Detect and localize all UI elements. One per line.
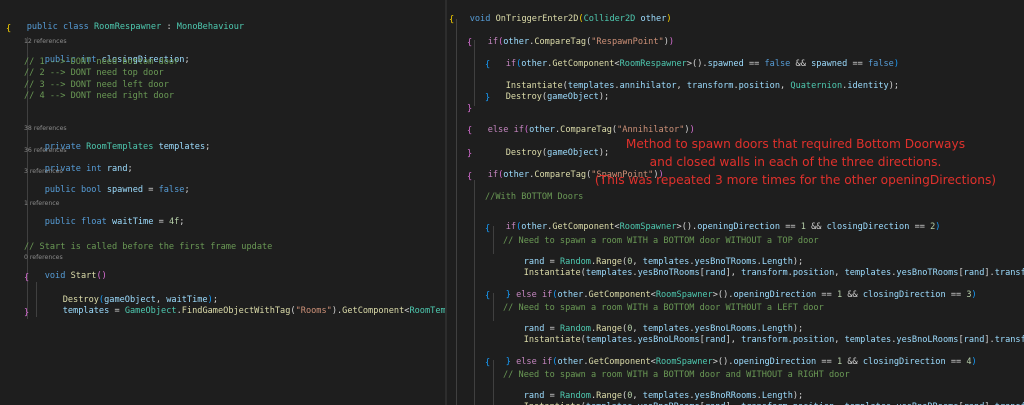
codelens-references[interactable]: 36 references	[24, 147, 67, 154]
brace[interactable]: {	[467, 172, 472, 182]
comment-line[interactable]: // Need to spawn a room WITH a BOTTOM do…	[503, 370, 850, 380]
waittime-field-line[interactable]: public float waitTime = 4f;	[24, 207, 185, 237]
comment-line[interactable]: // Need to spawn a room WITH a BOTTOM do…	[503, 236, 819, 246]
brace[interactable]: {	[485, 224, 490, 234]
indent-guide	[456, 19, 457, 405]
brace[interactable]: {	[485, 60, 490, 70]
codelens-references[interactable]: 1 reference	[24, 200, 59, 207]
comment-line[interactable]: //With BOTTOM Doors	[485, 192, 583, 202]
indent-guide	[474, 180, 475, 405]
brace[interactable]: }	[467, 149, 472, 159]
brace[interactable]: {	[485, 358, 490, 368]
method-open-brace[interactable]: {	[449, 15, 454, 25]
codelens-references[interactable]: 3 references	[24, 168, 63, 175]
codelens-references[interactable]: 12 references	[24, 38, 67, 45]
brace[interactable]: {	[485, 291, 490, 301]
comment-line[interactable]: // 3 --> DONT need left door	[24, 80, 169, 90]
brace[interactable]: {	[467, 126, 472, 136]
annotation-line: (This was repeated 3 more times for the …	[594, 173, 997, 187]
left-code-editor[interactable]: public class RoomRespawner : MonoBehavio…	[0, 0, 445, 405]
red-annotation-overlay: Method to spawn doors that required Bott…	[573, 135, 1018, 189]
codelens-references[interactable]: 38 references	[24, 125, 67, 132]
brace[interactable]: }	[467, 104, 472, 114]
start-comment-line[interactable]: // Start is called before the first fram…	[24, 242, 272, 252]
annotation-line: Method to spawn doors that required Bott…	[625, 137, 966, 151]
start-open-brace[interactable]: {	[24, 273, 29, 283]
right-code-editor[interactable]: void OnTriggerEnter2D(Collider2D other) …	[447, 0, 1024, 405]
class-open-brace[interactable]: {	[6, 24, 11, 34]
brace[interactable]: {	[467, 38, 472, 48]
templates-assign-line[interactable]: templates = GameObject.FindGameObjectWit…	[42, 296, 445, 326]
start-close-brace[interactable]: }	[24, 308, 29, 318]
comment-line[interactable]: // 1 --> DONT need bottom door	[24, 57, 179, 67]
comment-line[interactable]: // Need to spawn a room WITH a BOTTOM do…	[503, 303, 824, 313]
annotation-line: and closed walls in each of the three di…	[649, 155, 942, 169]
comment-line[interactable]: // 4 --> DONT need right door	[24, 91, 174, 101]
comment-line[interactable]: // 2 --> DONT need top door	[24, 68, 164, 78]
brace[interactable]: }	[485, 93, 490, 103]
codelens-references[interactable]: 0 references	[24, 254, 63, 261]
destroy-line[interactable]: Destroy(gameObject);	[485, 82, 610, 112]
instantiate-line[interactable]: Instantiate(templates.yesBnoRRooms[rand]…	[503, 392, 1024, 405]
